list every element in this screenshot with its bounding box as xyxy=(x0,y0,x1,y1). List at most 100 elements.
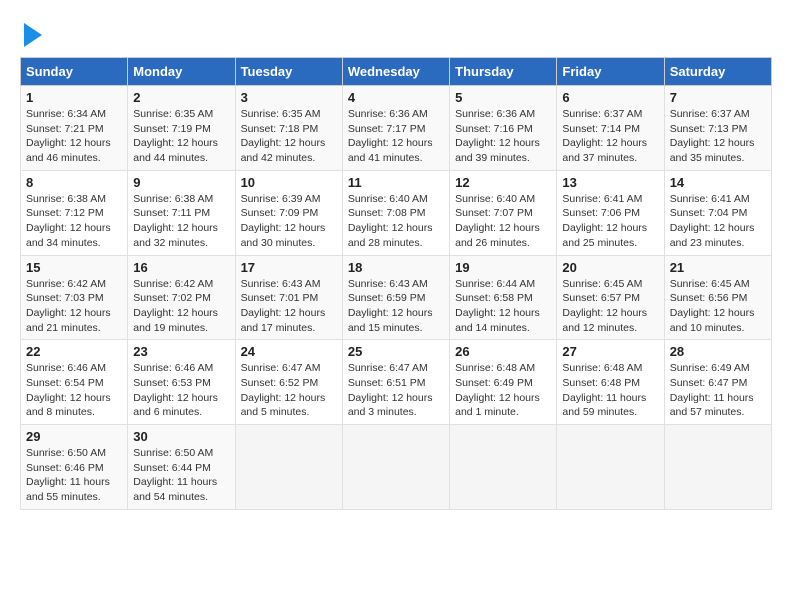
sunrise-time: Sunrise: 6:50 AM xyxy=(26,447,106,459)
day-number: 24 xyxy=(241,344,337,359)
sunset-time: Sunset: 6:53 PM xyxy=(133,377,211,389)
calendar-cell xyxy=(342,425,449,510)
sunset-time: Sunset: 6:49 PM xyxy=(455,377,533,389)
sunrise-time: Sunrise: 6:39 AM xyxy=(241,193,321,205)
day-number: 8 xyxy=(26,175,122,190)
calendar-cell: 10 Sunrise: 6:39 AM Sunset: 7:09 PM Dayl… xyxy=(235,170,342,255)
sunrise-time: Sunrise: 6:49 AM xyxy=(670,362,750,374)
day-number: 19 xyxy=(455,260,551,275)
calendar-cell xyxy=(557,425,664,510)
sunrise-time: Sunrise: 6:34 AM xyxy=(26,108,106,120)
sunset-time: Sunset: 7:19 PM xyxy=(133,123,211,135)
calendar-cell: 20 Sunrise: 6:45 AM Sunset: 6:57 PM Dayl… xyxy=(557,255,664,340)
calendar-header-saturday: Saturday xyxy=(664,58,771,86)
daylight-hours: Daylight: 12 hours and 1 minute. xyxy=(455,392,540,419)
calendar-cell: 1 Sunrise: 6:34 AM Sunset: 7:21 PM Dayli… xyxy=(21,86,128,171)
sunset-time: Sunset: 6:48 PM xyxy=(562,377,640,389)
page-header xyxy=(20,20,772,47)
sunset-time: Sunset: 7:06 PM xyxy=(562,207,640,219)
day-info: Sunrise: 6:48 AM Sunset: 6:49 PM Dayligh… xyxy=(455,361,551,420)
day-number: 10 xyxy=(241,175,337,190)
calendar-week-row: 22 Sunrise: 6:46 AM Sunset: 6:54 PM Dayl… xyxy=(21,340,772,425)
daylight-hours: Daylight: 12 hours and 42 minutes. xyxy=(241,137,326,164)
day-info: Sunrise: 6:47 AM Sunset: 6:51 PM Dayligh… xyxy=(348,361,444,420)
day-info: Sunrise: 6:46 AM Sunset: 6:54 PM Dayligh… xyxy=(26,361,122,420)
day-number: 12 xyxy=(455,175,551,190)
day-number: 23 xyxy=(133,344,229,359)
calendar-cell: 25 Sunrise: 6:47 AM Sunset: 6:51 PM Dayl… xyxy=(342,340,449,425)
daylight-hours: Daylight: 12 hours and 46 minutes. xyxy=(26,137,111,164)
daylight-hours: Daylight: 12 hours and 6 minutes. xyxy=(133,392,218,419)
day-info: Sunrise: 6:41 AM Sunset: 7:06 PM Dayligh… xyxy=(562,192,658,251)
day-number: 11 xyxy=(348,175,444,190)
daylight-hours: Daylight: 12 hours and 44 minutes. xyxy=(133,137,218,164)
daylight-hours: Daylight: 12 hours and 15 minutes. xyxy=(348,307,433,334)
day-info: Sunrise: 6:45 AM Sunset: 6:57 PM Dayligh… xyxy=(562,277,658,336)
calendar-cell: 19 Sunrise: 6:44 AM Sunset: 6:58 PM Dayl… xyxy=(450,255,557,340)
calendar-cell: 21 Sunrise: 6:45 AM Sunset: 6:56 PM Dayl… xyxy=(664,255,771,340)
calendar-table: SundayMondayTuesdayWednesdayThursdayFrid… xyxy=(20,57,772,510)
daylight-hours: Daylight: 12 hours and 8 minutes. xyxy=(26,392,111,419)
sunset-time: Sunset: 6:56 PM xyxy=(670,292,748,304)
sunrise-time: Sunrise: 6:43 AM xyxy=(241,278,321,290)
day-number: 29 xyxy=(26,429,122,444)
day-info: Sunrise: 6:41 AM Sunset: 7:04 PM Dayligh… xyxy=(670,192,766,251)
calendar-week-row: 8 Sunrise: 6:38 AM Sunset: 7:12 PM Dayli… xyxy=(21,170,772,255)
calendar-cell: 29 Sunrise: 6:50 AM Sunset: 6:46 PM Dayl… xyxy=(21,425,128,510)
day-number: 26 xyxy=(455,344,551,359)
day-number: 5 xyxy=(455,90,551,105)
calendar-cell: 12 Sunrise: 6:40 AM Sunset: 7:07 PM Dayl… xyxy=(450,170,557,255)
calendar-cell: 4 Sunrise: 6:36 AM Sunset: 7:17 PM Dayli… xyxy=(342,86,449,171)
sunset-time: Sunset: 7:17 PM xyxy=(348,123,426,135)
sunset-time: Sunset: 7:12 PM xyxy=(26,207,104,219)
sunset-time: Sunset: 6:47 PM xyxy=(670,377,748,389)
day-number: 27 xyxy=(562,344,658,359)
calendar-header-tuesday: Tuesday xyxy=(235,58,342,86)
daylight-hours: Daylight: 12 hours and 19 minutes. xyxy=(133,307,218,334)
calendar-cell: 11 Sunrise: 6:40 AM Sunset: 7:08 PM Dayl… xyxy=(342,170,449,255)
calendar-cell: 16 Sunrise: 6:42 AM Sunset: 7:02 PM Dayl… xyxy=(128,255,235,340)
calendar-cell: 14 Sunrise: 6:41 AM Sunset: 7:04 PM Dayl… xyxy=(664,170,771,255)
calendar-cell: 13 Sunrise: 6:41 AM Sunset: 7:06 PM Dayl… xyxy=(557,170,664,255)
sunset-time: Sunset: 7:02 PM xyxy=(133,292,211,304)
sunrise-time: Sunrise: 6:41 AM xyxy=(562,193,642,205)
day-number: 13 xyxy=(562,175,658,190)
day-number: 25 xyxy=(348,344,444,359)
sunrise-time: Sunrise: 6:42 AM xyxy=(26,278,106,290)
calendar-cell: 8 Sunrise: 6:38 AM Sunset: 7:12 PM Dayli… xyxy=(21,170,128,255)
day-number: 16 xyxy=(133,260,229,275)
day-info: Sunrise: 6:40 AM Sunset: 7:07 PM Dayligh… xyxy=(455,192,551,251)
daylight-hours: Daylight: 12 hours and 32 minutes. xyxy=(133,222,218,249)
daylight-hours: Daylight: 11 hours and 59 minutes. xyxy=(562,392,646,419)
day-number: 22 xyxy=(26,344,122,359)
day-info: Sunrise: 6:47 AM Sunset: 6:52 PM Dayligh… xyxy=(241,361,337,420)
logo-arrow-icon xyxy=(24,23,42,47)
daylight-hours: Daylight: 12 hours and 26 minutes. xyxy=(455,222,540,249)
calendar-cell: 2 Sunrise: 6:35 AM Sunset: 7:19 PM Dayli… xyxy=(128,86,235,171)
sunrise-time: Sunrise: 6:37 AM xyxy=(562,108,642,120)
calendar-cell: 18 Sunrise: 6:43 AM Sunset: 6:59 PM Dayl… xyxy=(342,255,449,340)
calendar-cell: 22 Sunrise: 6:46 AM Sunset: 6:54 PM Dayl… xyxy=(21,340,128,425)
sunrise-time: Sunrise: 6:37 AM xyxy=(670,108,750,120)
day-info: Sunrise: 6:35 AM Sunset: 7:19 PM Dayligh… xyxy=(133,107,229,166)
calendar-cell: 6 Sunrise: 6:37 AM Sunset: 7:14 PM Dayli… xyxy=(557,86,664,171)
calendar-cell: 7 Sunrise: 6:37 AM Sunset: 7:13 PM Dayli… xyxy=(664,86,771,171)
sunset-time: Sunset: 7:04 PM xyxy=(670,207,748,219)
calendar-header-monday: Monday xyxy=(128,58,235,86)
day-number: 15 xyxy=(26,260,122,275)
daylight-hours: Daylight: 12 hours and 28 minutes. xyxy=(348,222,433,249)
sunrise-time: Sunrise: 6:45 AM xyxy=(670,278,750,290)
day-number: 1 xyxy=(26,90,122,105)
daylight-hours: Daylight: 12 hours and 37 minutes. xyxy=(562,137,647,164)
day-info: Sunrise: 6:39 AM Sunset: 7:09 PM Dayligh… xyxy=(241,192,337,251)
day-info: Sunrise: 6:48 AM Sunset: 6:48 PM Dayligh… xyxy=(562,361,658,420)
day-info: Sunrise: 6:43 AM Sunset: 7:01 PM Dayligh… xyxy=(241,277,337,336)
calendar-cell: 27 Sunrise: 6:48 AM Sunset: 6:48 PM Dayl… xyxy=(557,340,664,425)
day-info: Sunrise: 6:45 AM Sunset: 6:56 PM Dayligh… xyxy=(670,277,766,336)
day-number: 9 xyxy=(133,175,229,190)
sunset-time: Sunset: 6:52 PM xyxy=(241,377,319,389)
sunrise-time: Sunrise: 6:46 AM xyxy=(26,362,106,374)
sunrise-time: Sunrise: 6:36 AM xyxy=(348,108,428,120)
day-number: 2 xyxy=(133,90,229,105)
sunset-time: Sunset: 7:03 PM xyxy=(26,292,104,304)
